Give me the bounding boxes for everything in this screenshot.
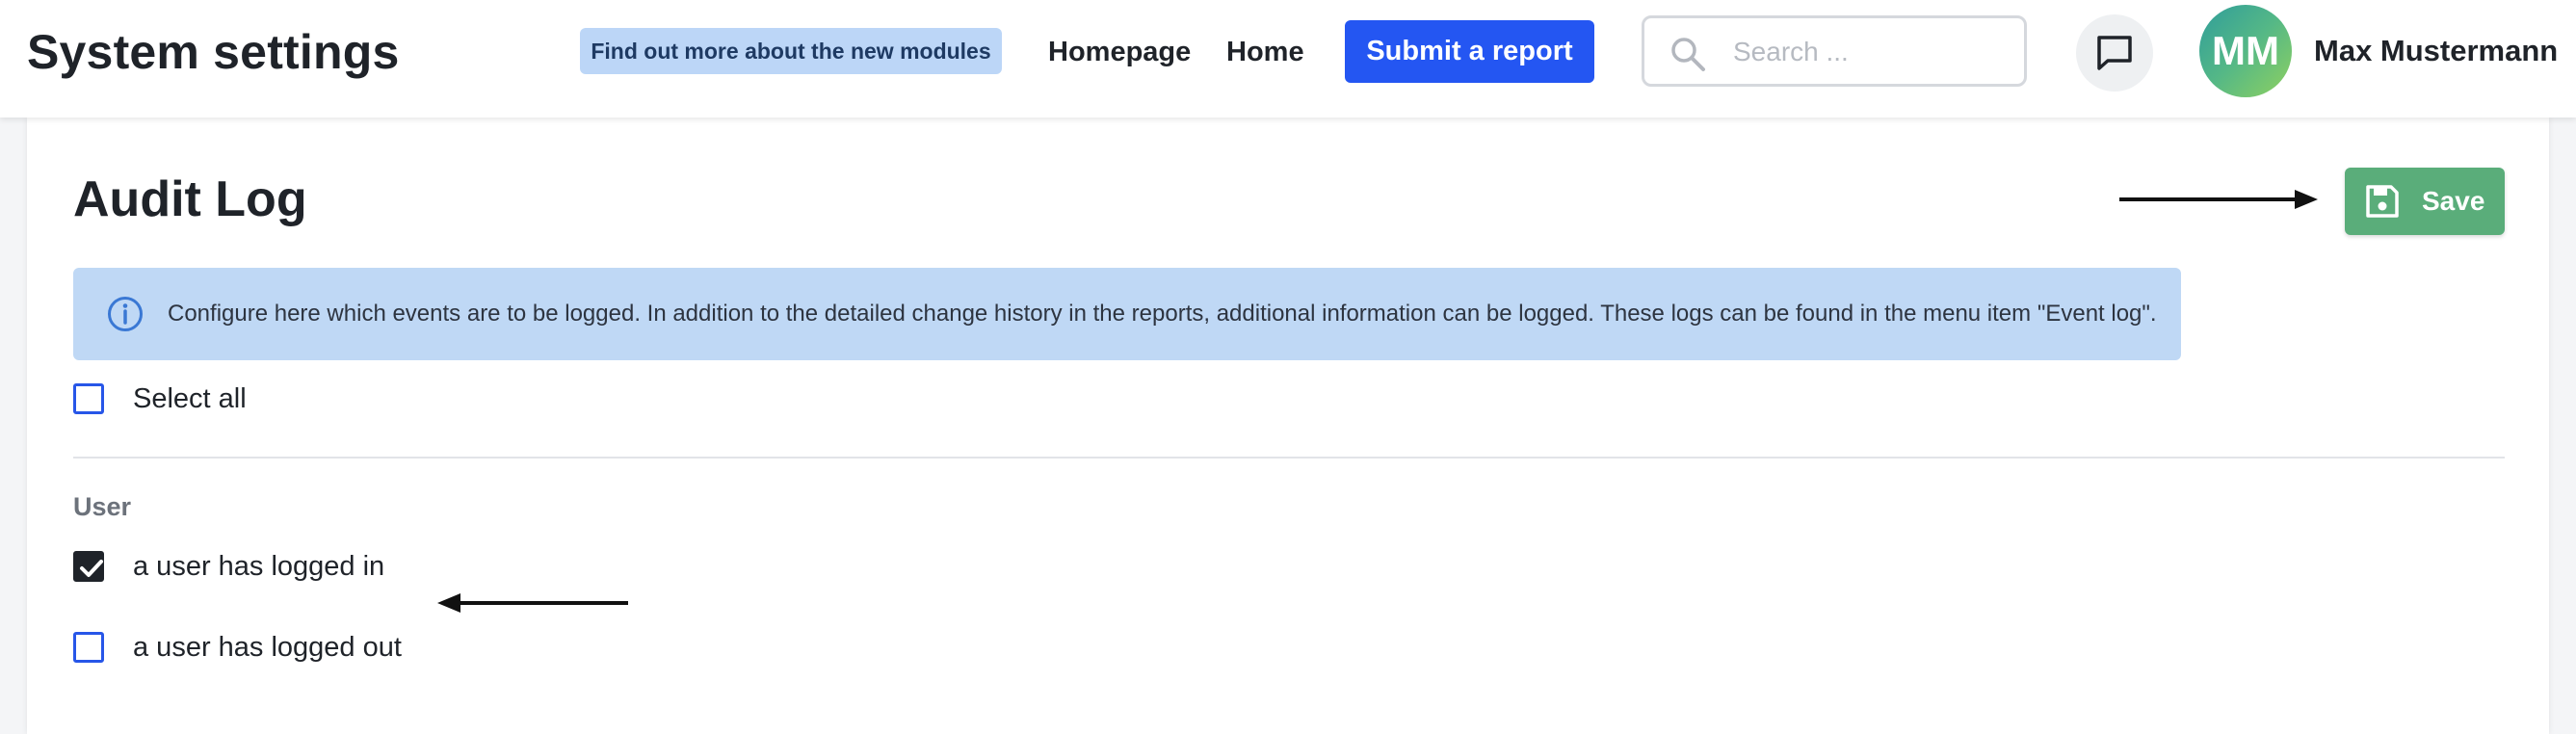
nav-home-link[interactable]: Home — [1226, 33, 1304, 71]
search-box[interactable] — [1642, 15, 2027, 87]
arrow-right-icon — [2119, 190, 2318, 209]
submit-report-button[interactable]: Submit a report — [1345, 20, 1594, 83]
divider — [73, 457, 2505, 459]
section-label-user: User — [73, 492, 132, 521]
save-button-label: Save — [2422, 186, 2485, 216]
info-banner: Configure here which events are to be lo… — [73, 268, 2181, 360]
search-icon — [1671, 38, 1705, 71]
checkmark-icon — [80, 560, 103, 577]
select-all-checkbox[interactable] — [73, 383, 104, 414]
page-title: Audit Log — [73, 171, 307, 227]
logged-in-checkbox[interactable] — [73, 551, 104, 582]
logged-out-row[interactable]: a user has logged out — [73, 628, 402, 667]
user-name[interactable]: Max Mustermann — [2314, 32, 2558, 70]
audit-log-card: Audit Log Save Configure here which even… — [27, 118, 2549, 734]
nav-homepage-link[interactable]: Homepage — [1048, 33, 1191, 71]
info-text: Configure here which events are to be lo… — [168, 301, 2157, 327]
avatar[interactable]: MM — [2199, 5, 2292, 97]
chat-button[interactable] — [2076, 14, 2153, 92]
logged-out-label: a user has logged out — [133, 632, 402, 663]
arrow-left-icon — [437, 593, 628, 613]
logged-in-label: a user has logged in — [133, 551, 385, 582]
info-icon — [108, 297, 143, 331]
chat-bubble-icon — [2097, 36, 2132, 70]
app-title: System settings — [27, 25, 400, 79]
select-all-label: Select all — [133, 383, 247, 414]
floppy-disk-icon — [2366, 185, 2399, 218]
search-input[interactable] — [1731, 30, 2014, 74]
select-all-row[interactable]: Select all — [73, 380, 247, 418]
logged-out-checkbox[interactable] — [73, 632, 104, 663]
logged-in-row[interactable]: a user has logged in — [73, 547, 384, 586]
save-button[interactable]: Save — [2345, 168, 2505, 235]
top-bar: System settings Find out more about the … — [0, 0, 2576, 118]
new-modules-link[interactable]: Find out more about the new modules — [580, 28, 1002, 74]
